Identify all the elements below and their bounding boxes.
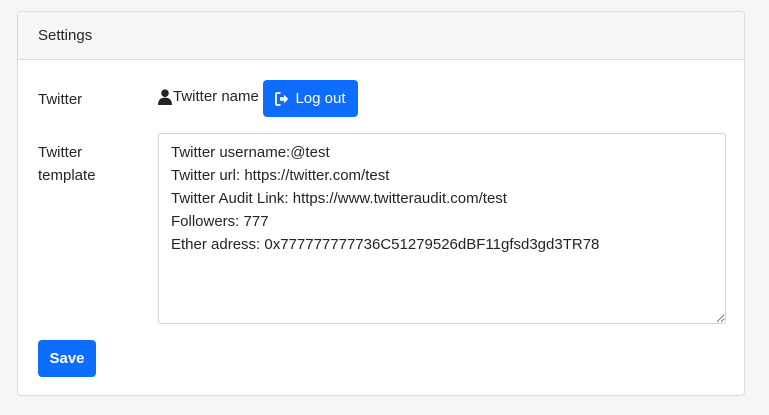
user-icon [158,88,172,105]
twitter-account: Twitter name [158,88,259,105]
logout-button[interactable]: Log out [263,80,358,117]
settings-card: Settings Twitter Twitter name Log out Tw… [17,11,745,396]
logout-label: Log out [295,90,346,107]
save-button[interactable]: Save [38,340,96,377]
twitter-template-textarea[interactable]: Twitter username:@test Twitter url: http… [158,133,726,324]
twitter-template-label: Twitter template [38,144,96,184]
twitter-name: Twitter name [173,88,259,105]
card-header-title: Settings [18,12,744,60]
sign-out-icon [275,91,289,106]
twitter-label: Twitter [38,91,83,108]
